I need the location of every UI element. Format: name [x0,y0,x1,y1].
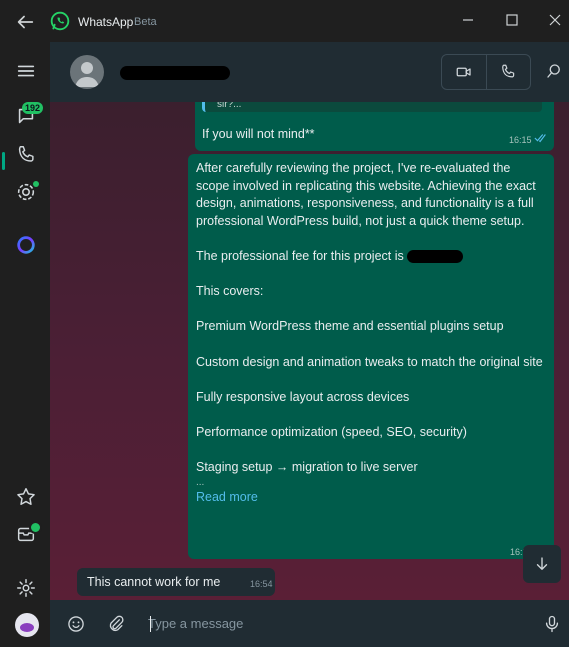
chat-header [50,42,569,102]
contact-name-redacted[interactable] [120,66,230,80]
message-paragraph: Fully responsive layout across devices [196,389,410,404]
minimize-icon[interactable] [458,10,478,30]
message-paragraph: This covers: [196,284,264,299]
back-arrow-icon[interactable] [14,11,36,33]
fee-redacted [407,250,464,264]
outgoing-message[interactable]: sir?... If you will not mind** 16:15 [195,102,554,151]
app-beta-label: Beta [134,16,157,28]
scroll-to-bottom-button[interactable] [523,545,561,583]
message-paragraph: Premium WordPress theme and essential pl… [196,319,504,334]
contact-avatar[interactable] [70,55,104,89]
meta-ai-icon[interactable] [15,234,37,256]
message-time: 16:15 [509,135,532,145]
message-paragraph: Staging setup → migration to live server [196,460,418,475]
incoming-message[interactable]: This cannot work for me 16:54 [77,568,275,596]
active-indicator [2,152,5,170]
message-text: This cannot work for me [87,575,221,589]
menu-icon[interactable] [15,60,37,82]
attach-icon[interactable] [106,614,126,634]
composer [50,600,569,647]
message-body: After carefully reviewing the project, I… [196,160,546,506]
message-input[interactable] [148,610,528,636]
message-paragraph: The professional fee for this project is [196,248,546,266]
text-cursor [150,616,151,632]
video-call-button[interactable] [442,55,486,89]
voice-call-button[interactable] [485,55,530,89]
app-title: WhatsApp [78,15,134,29]
close-icon[interactable] [545,10,565,30]
call-button-group [441,54,531,90]
settings-icon[interactable] [15,577,37,599]
message-text: If you will not mind** [202,127,315,141]
message-ellipsis: ... [196,476,205,488]
message-paragraph: After carefully reviewing the project, I… [196,161,536,228]
message-paragraph: Performance optimization (speed, SEO, se… [196,424,467,439]
quoted-message[interactable]: sir?... [202,102,542,112]
archived-badge [29,521,42,534]
chats-unread-badge: 192 [22,102,44,114]
read-more-link[interactable]: Read more [196,489,546,507]
quoted-message-text: sir?... [217,102,242,110]
search-icon[interactable] [545,62,563,80]
phone-icon [502,64,515,78]
read-ticks-icon [534,131,548,149]
sidebar: 192 [0,42,50,647]
maximize-icon[interactable] [502,10,522,30]
status-new-dot [33,181,39,187]
whatsapp-logo-icon [50,11,70,31]
outgoing-message[interactable]: After carefully reviewing the project, I… [188,154,554,559]
profile-avatar[interactable] [15,613,39,637]
messages-area[interactable]: sir?... If you will not mind** 16:15 Aft… [50,102,569,600]
microphone-icon[interactable] [542,614,562,634]
fee-text: The professional fee for this project is [196,248,404,263]
emoji-icon[interactable] [66,614,86,634]
message-time: 16:54 [250,579,273,589]
arrow-down-icon [536,557,548,570]
message-paragraph: Custom design and animation tweaks to ma… [196,354,543,369]
starred-icon[interactable] [15,486,37,508]
calls-icon[interactable] [15,144,37,166]
title-bar: WhatsApp Beta [0,0,569,42]
video-camera-icon [456,67,471,77]
